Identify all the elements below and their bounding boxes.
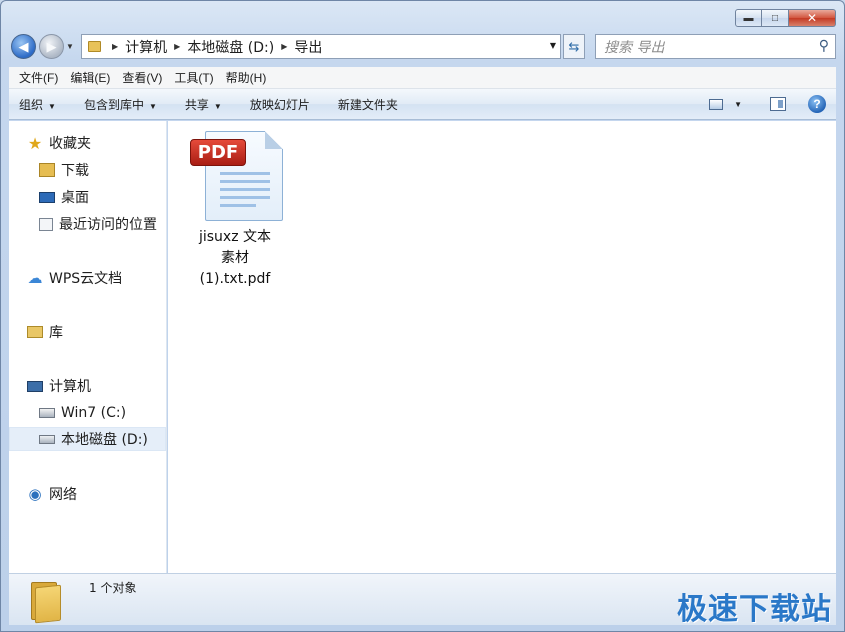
- folder-icon: [31, 580, 61, 624]
- menu-file[interactable]: 文件(F): [13, 69, 64, 86]
- address-bar[interactable]: ▶ 计算机 ▶ 本地磁盘 (D:) ▶ 导出 ▼: [81, 34, 561, 59]
- command-toolbar: 组织 ▼ 包含到库中 ▼ 共享 ▼ 放映幻灯片 新建文件夹 ▼ ?: [9, 89, 836, 120]
- search-input[interactable]: 搜索 导出 ⚲: [595, 34, 836, 59]
- forward-button[interactable]: ▶: [39, 34, 64, 59]
- library-icon: [27, 326, 43, 338]
- sidebar-label: 收藏夹: [49, 136, 91, 152]
- close-button[interactable]: ✕: [789, 9, 836, 27]
- file-name: jisuxz 文本 素材 (1).txt.pdf: [198, 229, 272, 287]
- downloads-folder-icon: [39, 163, 55, 177]
- folder-icon: [88, 41, 101, 52]
- search-icon[interactable]: ⚲: [819, 38, 829, 54]
- menu-bar: 文件(F) 编辑(E) 查看(V) 工具(T) 帮助(H): [9, 67, 836, 89]
- desktop-icon: [39, 191, 55, 203]
- pdf-badge: PDF: [190, 139, 246, 166]
- breadcrumb-chevron-icon[interactable]: ▶: [281, 42, 287, 51]
- sidebar-item-computer[interactable]: 计算机: [27, 374, 91, 398]
- explorer-window: ▬ □ ✕ ◀ ▶ ▼ ▶ 计算机 ▶ 本地磁盘 (D:) ▶ 导出 ▼ ⇆ 搜…: [0, 0, 845, 632]
- sidebar-item-network[interactable]: ◉ 网络: [27, 482, 77, 506]
- sidebar-item-wps-cloud[interactable]: ☁ WPS云文档: [27, 266, 123, 290]
- sidebar-label: 桌面: [61, 190, 89, 206]
- dropdown-arrow-icon: ▼: [48, 101, 56, 111]
- watermark-logo: 极速下载站: [677, 592, 832, 627]
- dropdown-arrow-icon: ▼: [148, 101, 157, 111]
- sidebar-label: 库: [49, 325, 63, 341]
- sidebar-label: Win7 (C:): [61, 405, 127, 421]
- sidebar-label: 本地磁盘 (D:): [61, 432, 148, 448]
- maximize-button[interactable]: □: [762, 9, 789, 27]
- menu-help[interactable]: 帮助(H): [220, 69, 273, 86]
- address-dropdown-icon[interactable]: ▼: [550, 41, 556, 50]
- file-item[interactable]: PDF jisuxz 文本 素材 (1).txt.pdf: [182, 129, 288, 290]
- preview-pane-icon[interactable]: [770, 97, 786, 111]
- menu-edit[interactable]: 编辑(E): [64, 69, 116, 86]
- windows-drive-icon: [39, 408, 55, 418]
- sidebar-item-desktop[interactable]: 桌面: [39, 185, 89, 209]
- hard-drive-icon: [39, 434, 55, 444]
- sidebar-item-recent-places[interactable]: 最近访问的位置: [39, 212, 157, 236]
- toolbar-right: ▼ ?: [709, 95, 826, 113]
- status-bar: 1 个对象 极速下载站: [9, 573, 836, 627]
- sidebar-label: 下载: [61, 163, 89, 179]
- file-list-pane: PDF jisuxz 文本 素材 (1).txt.pdf: [168, 121, 836, 573]
- cloud-icon: ☁: [27, 269, 43, 287]
- breadcrumb-export[interactable]: 导出: [294, 37, 322, 57]
- pdf-file-icon: PDF: [185, 129, 285, 225]
- recent-places-icon: [39, 217, 53, 231]
- navigation-pane: ★ 收藏夹 下载 桌面 最近访问的位置 ☁ WPS云文档 库 计算机 Win7 …: [9, 121, 167, 573]
- breadcrumb-chevron-icon[interactable]: ▶: [174, 42, 180, 51]
- breadcrumb-drive-d[interactable]: 本地磁盘 (D:): [187, 37, 274, 57]
- recent-pages-dropdown-icon[interactable]: ▼: [66, 42, 74, 51]
- search-placeholder: 搜索 导出: [604, 39, 665, 56]
- dropdown-arrow-icon: ▼: [213, 101, 222, 111]
- share-button[interactable]: 共享 ▼: [185, 96, 222, 113]
- sidebar-item-downloads[interactable]: 下载: [39, 158, 89, 182]
- sidebar-item-drive-c[interactable]: Win7 (C:): [39, 401, 126, 425]
- network-icon: ◉: [28, 485, 42, 503]
- change-view-icon[interactable]: [709, 98, 724, 110]
- back-button[interactable]: ◀: [11, 34, 36, 59]
- sidebar-label: 网络: [49, 487, 77, 503]
- include-in-library-button[interactable]: 包含到库中 ▼: [84, 96, 157, 113]
- sidebar-item-favorites[interactable]: ★ 收藏夹: [27, 131, 91, 155]
- breadcrumb-chevron-icon[interactable]: ▶: [112, 42, 118, 51]
- item-count: 1 个对象: [89, 581, 137, 595]
- help-icon[interactable]: ?: [808, 95, 826, 113]
- refresh-button[interactable]: ⇆: [563, 34, 585, 59]
- sidebar-item-libraries[interactable]: 库: [27, 320, 63, 344]
- menu-view[interactable]: 查看(V): [116, 69, 168, 86]
- breadcrumb-computer[interactable]: 计算机: [125, 37, 167, 57]
- computer-icon: [27, 380, 43, 392]
- slideshow-button[interactable]: 放映幻灯片: [250, 96, 310, 113]
- sidebar-label: 计算机: [49, 379, 91, 395]
- view-options-dropdown-icon[interactable]: ▼: [734, 100, 742, 109]
- minimize-button[interactable]: ▬: [735, 9, 762, 27]
- sidebar-label: WPS云文档: [49, 271, 123, 287]
- star-icon: ★: [27, 133, 43, 153]
- menu-tools[interactable]: 工具(T): [168, 69, 219, 86]
- navigation-row: ◀ ▶ ▼ ▶ 计算机 ▶ 本地磁盘 (D:) ▶ 导出 ▼ ⇆ 搜索 导出 ⚲: [9, 33, 836, 60]
- sidebar-item-drive-d[interactable]: 本地磁盘 (D:): [9, 427, 166, 451]
- organize-button[interactable]: 组织 ▼: [19, 96, 56, 113]
- new-folder-button[interactable]: 新建文件夹: [338, 96, 398, 113]
- sidebar-label: 最近访问的位置: [59, 217, 157, 233]
- caption-buttons: ▬ □ ✕: [735, 9, 836, 27]
